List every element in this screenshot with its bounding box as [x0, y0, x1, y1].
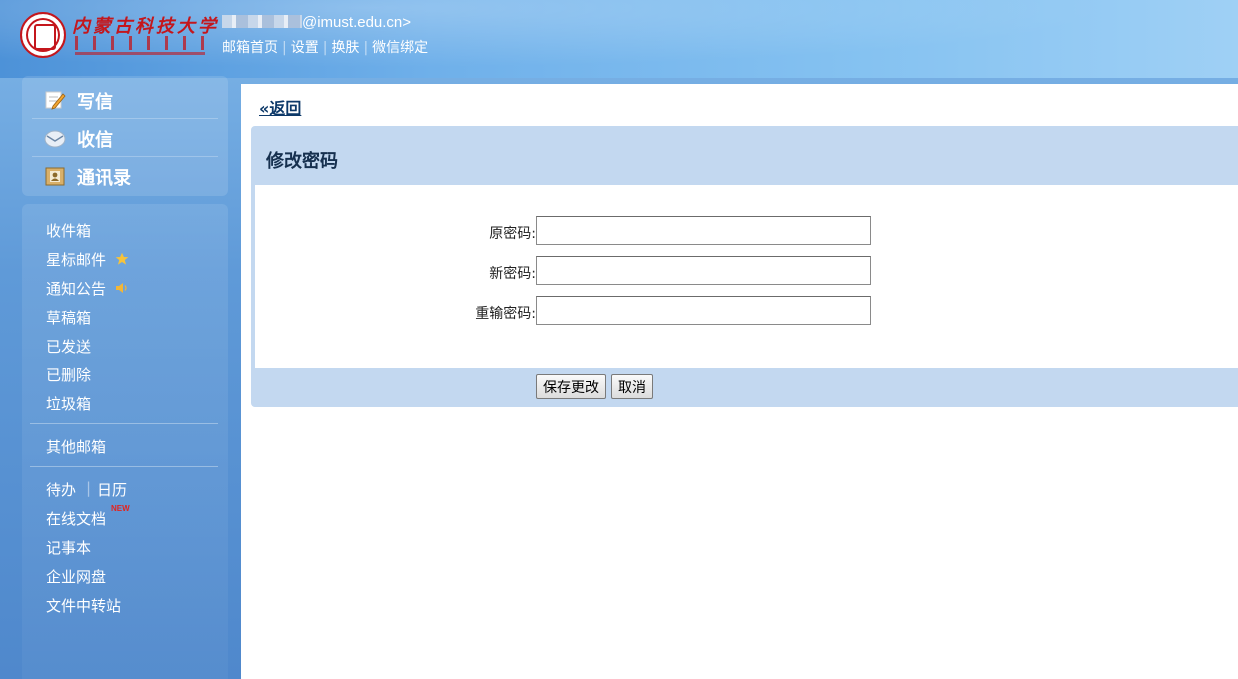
nav-mail-home[interactable]: 邮箱首页	[222, 40, 278, 56]
email-domain: @imust.edu.cn>	[302, 14, 412, 31]
cancel-button[interactable]: 取消	[611, 374, 653, 399]
folder-deleted[interactable]: 已删除	[46, 364, 91, 385]
confirm-password-input[interactable]	[536, 296, 871, 325]
tool-file-transfer[interactable]: 文件中转站	[46, 595, 121, 616]
new-password-input[interactable]	[536, 256, 871, 285]
speaker-icon	[115, 283, 127, 293]
nav-separator: |	[322, 40, 328, 56]
tool-separator: |	[86, 479, 92, 497]
logo-english-line	[75, 52, 205, 55]
address-book-icon	[45, 167, 65, 186]
sidebar: 写信 收信 通讯录 收件箱 星标邮件 通知公告 草稿箱 已发送 已删除 垃圾箱 …	[22, 76, 228, 679]
top-nav: 邮箱首页 | 设置 | 换肤 | 微信绑定	[222, 37, 428, 57]
pencil-icon	[45, 91, 66, 110]
tool-netdisk[interactable]: 企业网盘	[46, 566, 106, 587]
old-password-label: 原密码:	[489, 226, 536, 242]
user-email: @imust.edu.cn>	[222, 14, 411, 31]
folder-sent[interactable]: 已发送	[46, 336, 91, 357]
folder-drafts[interactable]: 草稿箱	[46, 307, 91, 328]
nav-separator: |	[282, 40, 287, 56]
folder-panel: 收件箱 星标邮件 通知公告 草稿箱 已发送 已删除 垃圾箱 其他邮箱 待办 | …	[22, 204, 228, 679]
logo-mongolian-script	[75, 36, 205, 50]
nav-separator: |	[363, 40, 369, 56]
primary-actions: 写信 收信 通讯录	[22, 76, 228, 196]
university-seal-icon	[20, 12, 66, 58]
logo-chinese-name: 内蒙古科技大学	[72, 16, 219, 37]
new-badge: NEW	[111, 504, 130, 513]
tool-todo[interactable]: 待办	[46, 479, 76, 500]
star-icon	[115, 252, 129, 265]
main-content: «返回 修改密码 原密码: 新密码: 重输密码: 保存更改 取消	[241, 84, 1238, 679]
nav-change-skin[interactable]: 换肤	[331, 40, 359, 56]
inbox-receive-label: 收信	[77, 130, 113, 151]
sidebar-divider	[30, 466, 218, 467]
university-logo[interactable]: 内蒙古科技大学	[20, 12, 216, 62]
inbox-envelope-icon	[44, 130, 66, 148]
nav-settings[interactable]: 设置	[291, 40, 319, 56]
folder-starred-label: 星标邮件	[46, 251, 107, 269]
old-password-input[interactable]	[536, 216, 871, 245]
change-password-panel: 修改密码 原密码: 新密码: 重输密码:	[251, 126, 1238, 407]
contacts-label: 通讯录	[77, 168, 131, 189]
folder-junk[interactable]: 垃圾箱	[46, 393, 91, 414]
nav-wechat-bind[interactable]: 微信绑定	[372, 40, 428, 56]
folder-announcements[interactable]: 通知公告	[46, 278, 129, 299]
back-link[interactable]: «返回	[259, 95, 301, 119]
other-mailbox-link[interactable]: 其他邮箱	[46, 436, 106, 457]
compose-label: 写信	[77, 92, 113, 113]
sidebar-divider	[30, 423, 218, 424]
folder-announcements-label: 通知公告	[46, 280, 107, 298]
confirm-password-label: 重输密码:	[475, 306, 536, 322]
tool-online-docs[interactable]: 在线文档	[46, 508, 106, 529]
contacts-button[interactable]: 通讯录	[22, 157, 228, 195]
tool-notepad[interactable]: 记事本	[46, 537, 91, 558]
new-password-label: 新密码:	[489, 266, 536, 282]
save-changes-button[interactable]: 保存更改	[536, 374, 606, 399]
page-title: 修改密码	[266, 151, 338, 172]
tool-calendar[interactable]: 日历	[97, 479, 127, 500]
compose-button[interactable]: 写信	[22, 81, 228, 119]
email-redacted-mask	[222, 15, 302, 28]
folder-inbox[interactable]: 收件箱	[46, 220, 91, 241]
header-bar: 内蒙古科技大学 @imust.edu.cn> 邮箱首页 | 设置 | 换肤 | 微信绑定	[0, 0, 1238, 78]
inbox-receive-button[interactable]: 收信	[22, 119, 228, 157]
folder-starred[interactable]: 星标邮件	[46, 249, 129, 270]
password-form: 原密码: 新密码: 重输密码:	[255, 185, 1238, 368]
